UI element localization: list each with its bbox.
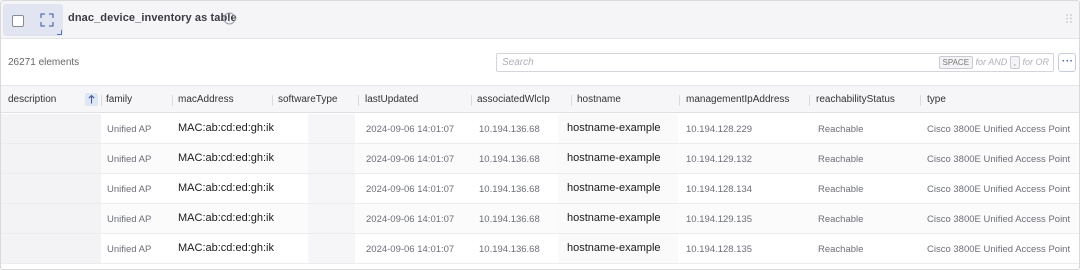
column-header-softwaretype[interactable]: softwareType — [278, 94, 337, 105]
resize-corner-icon — [57, 30, 62, 35]
column-header-reachabilitystatus[interactable]: reachabilityStatus — [816, 94, 895, 105]
managementipaddress-cell: 10.194.129.132 — [686, 154, 753, 165]
associatedwlcip-cell: 10.194.136.68 — [479, 214, 540, 225]
panel-title: dnac_device_inventory as table — [68, 12, 237, 24]
grip-icon[interactable] — [1065, 13, 1073, 27]
managementipaddress-cell: 10.194.129.135 — [686, 214, 753, 225]
reachabilitystatus-cell: Reachable — [818, 184, 864, 195]
associatedwlcip-cell: 10.194.136.68 — [479, 124, 540, 135]
lastupdated-cell: 2024-09-06 14:01:07 — [366, 244, 455, 255]
column-divider — [101, 95, 102, 106]
lastupdated-cell: 2024-09-06 14:01:07 — [366, 154, 455, 165]
column-divider — [172, 95, 173, 106]
more-icon: ··· — [1062, 56, 1074, 67]
lastupdated-cell: 2024-09-06 14:01:07 — [366, 214, 455, 225]
type-cell: Cisco 3800E Unified Access Point — [927, 154, 1071, 165]
reachabilitystatus-cell: Reachable — [818, 154, 864, 165]
sort-ascending-icon[interactable] — [85, 93, 98, 106]
or-key: , — [1009, 56, 1020, 69]
table-row[interactable]: Unified AP MAC:ab:cd:ed:gh:ik 2024-09-06… — [1, 204, 1079, 234]
checkbox-icon[interactable] — [12, 15, 24, 27]
table-header: description family macAddress softwareTy… — [1, 85, 1079, 113]
column-divider — [272, 95, 273, 106]
column-divider — [571, 95, 572, 106]
expand-icon[interactable] — [40, 13, 54, 27]
column-header-macaddress[interactable]: macAddress — [178, 94, 234, 105]
column-divider — [920, 95, 921, 106]
softwaretype-cell — [308, 174, 355, 203]
associatedwlcip-cell: 10.194.136.68 — [479, 154, 540, 165]
column-header-description[interactable]: description — [8, 94, 56, 105]
family-cell: Unified AP — [107, 214, 152, 225]
description-cell — [1, 144, 101, 173]
description-cell — [1, 204, 101, 233]
macaddress-cell: MAC:ab:cd:ed:gh:ik — [178, 152, 274, 164]
lastupdated-cell: 2024-09-06 14:01:07 — [366, 124, 455, 135]
macaddress-cell: MAC:ab:cd:ed:gh:ik — [178, 242, 274, 254]
managementipaddress-cell: 10.194.128.134 — [686, 184, 753, 195]
family-cell: Unified AP — [107, 184, 152, 195]
table-row[interactable]: Unified AP MAC:ab:cd:ed:gh:ik 2024-09-06… — [1, 114, 1079, 144]
type-cell: Cisco 3800E Unified Access Point — [927, 124, 1071, 135]
family-cell: Unified AP — [107, 244, 152, 255]
softwaretype-cell — [308, 204, 355, 233]
column-header-associatedwlcip[interactable]: associatedWlcIp — [477, 94, 550, 105]
softwaretype-cell — [308, 234, 355, 263]
managementipaddress-cell: 10.194.128.135 — [686, 244, 753, 255]
search-input[interactable]: Search SPACE for AND , for OR — [496, 53, 1054, 72]
more-options-button[interactable]: ··· — [1058, 53, 1076, 72]
column-divider — [358, 95, 359, 106]
hostname-cell: hostname-example — [567, 242, 661, 254]
lastupdated-cell: 2024-09-06 14:01:07 — [366, 184, 455, 195]
search-hint: SPACE for AND , for OR — [938, 56, 1049, 69]
or-hint: for OR — [1022, 57, 1049, 67]
column-divider — [471, 95, 472, 106]
column-divider — [679, 95, 680, 106]
column-header-managementipaddress[interactable]: managementIpAddress — [686, 94, 789, 105]
description-cell — [1, 114, 101, 143]
column-divider — [809, 95, 810, 106]
softwaretype-cell — [308, 114, 355, 143]
associatedwlcip-cell: 10.194.136.68 — [479, 244, 540, 255]
description-cell — [1, 174, 101, 203]
search-placeholder: Search — [502, 57, 534, 68]
softwaretype-cell — [308, 144, 355, 173]
column-header-hostname[interactable]: hostname — [577, 94, 621, 105]
reachabilitystatus-cell: Reachable — [818, 214, 864, 225]
table-panel: dnac_device_inventory as table 26271 ele… — [0, 0, 1080, 270]
panel-header: dnac_device_inventory as table — [1, 1, 1079, 39]
hostname-cell: hostname-example — [567, 212, 661, 224]
hostname-cell: hostname-example — [567, 122, 661, 134]
managementipaddress-cell: 10.194.128.229 — [686, 124, 753, 135]
macaddress-cell: MAC:ab:cd:ed:gh:ik — [178, 212, 274, 224]
macaddress-cell: MAC:ab:cd:ed:gh:ik — [178, 122, 274, 134]
element-count: 26271 elements — [8, 57, 80, 68]
associatedwlcip-cell: 10.194.136.68 — [479, 184, 540, 195]
type-cell: Cisco 3800E Unified Access Point — [927, 184, 1071, 195]
table-row[interactable]: Unified AP MAC:ab:cd:ed:gh:ik 2024-09-06… — [1, 174, 1079, 204]
table-row[interactable]: Unified AP MAC:ab:cd:ed:gh:ik 2024-09-06… — [1, 144, 1079, 174]
panel-select-area[interactable] — [3, 4, 63, 36]
reachabilitystatus-cell: Reachable — [818, 244, 864, 255]
column-header-type[interactable]: type — [927, 94, 946, 105]
column-header-family[interactable]: family — [106, 94, 132, 105]
info-icon[interactable] — [223, 12, 236, 25]
hostname-cell: hostname-example — [567, 182, 661, 194]
family-cell: Unified AP — [107, 154, 152, 165]
table-row[interactable]: Unified AP MAC:ab:cd:ed:gh:ik 2024-09-06… — [1, 234, 1079, 264]
type-cell: Cisco 3800E Unified Access Point — [927, 244, 1071, 255]
column-header-lastupdated[interactable]: lastUpdated — [365, 94, 418, 105]
hostname-cell: hostname-example — [567, 152, 661, 164]
reachabilitystatus-cell: Reachable — [818, 124, 864, 135]
description-cell — [1, 234, 101, 263]
family-cell: Unified AP — [107, 124, 152, 135]
type-cell: Cisco 3800E Unified Access Point — [927, 214, 1071, 225]
and-hint: for AND — [975, 57, 1008, 67]
and-key: SPACE — [938, 56, 974, 69]
macaddress-cell: MAC:ab:cd:ed:gh:ik — [178, 182, 274, 194]
